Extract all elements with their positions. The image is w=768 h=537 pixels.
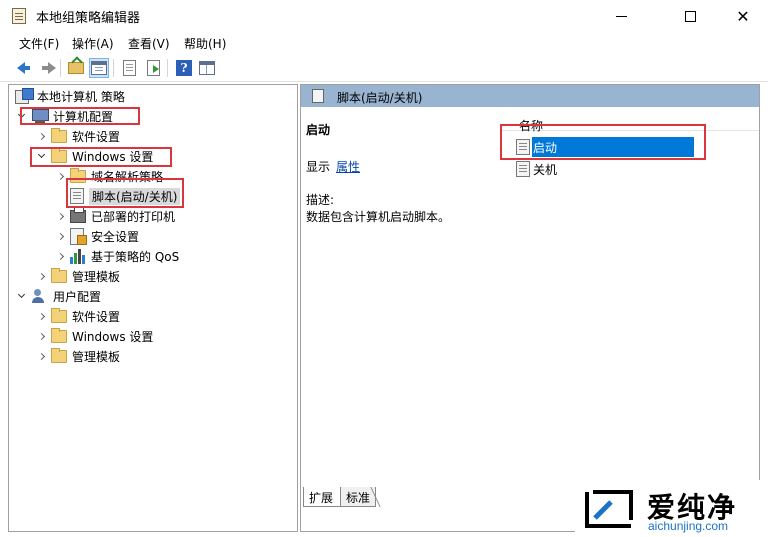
show-hide-tree-button[interactable]: [89, 58, 109, 78]
tree-item-root[interactable]: 本地计算机 策略: [11, 86, 125, 106]
watermark-logo: 爱纯净 aichunjing.com: [575, 480, 765, 535]
folder-icon: [51, 307, 67, 323]
toolbar: ?: [0, 54, 768, 82]
folder-icon: [51, 127, 67, 143]
properties-button[interactable]: [119, 58, 139, 78]
expand-icon[interactable]: [54, 210, 66, 222]
tree-label: Windows 设置: [72, 329, 154, 344]
toolbar-separator: [60, 59, 61, 77]
tab-standard[interactable]: 标准: [340, 487, 376, 507]
script-icon: [516, 161, 530, 177]
expand-icon[interactable]: [35, 330, 47, 342]
minimize-icon: [615, 15, 627, 17]
qos-chart-icon: [70, 248, 86, 264]
app-icon: [12, 8, 26, 24]
tree-item-admin-templates[interactable]: 管理模板: [35, 266, 120, 286]
highlight-computer-config: [20, 107, 140, 125]
tree-label: 本地计算机 策略: [37, 89, 125, 104]
logo-url: aichunjing.com: [648, 519, 729, 533]
details-header: 脚本(启动/关机): [301, 85, 759, 107]
toolbar-separator: [167, 59, 168, 77]
security-icon: [70, 228, 87, 245]
extended-view-button[interactable]: [197, 58, 217, 78]
window-title: 本地组策略编辑器: [36, 11, 141, 26]
show-properties-row: 显示 属性: [306, 158, 360, 175]
folder-icon: [51, 327, 67, 343]
tree-item-user-config[interactable]: 用户配置: [15, 286, 101, 306]
folder-up-icon: [68, 62, 84, 74]
minimize-button[interactable]: [598, 0, 644, 32]
printer-icon: [70, 206, 86, 223]
forward-button[interactable]: [36, 58, 56, 78]
highlight-windows-settings: [30, 147, 172, 167]
export-list-button[interactable]: [143, 58, 163, 78]
tree-label: 用户配置: [53, 289, 102, 304]
menu-view[interactable]: 查看(V): [128, 35, 170, 52]
tree-item-user-software-settings[interactable]: 软件设置: [35, 306, 120, 326]
description-text: 数据包含计算机启动脚本。: [306, 210, 451, 224]
local-policy-icon: [15, 88, 34, 104]
expand-icon[interactable]: [35, 130, 47, 142]
forward-arrow-icon: [42, 62, 56, 74]
back-arrow-icon: [17, 62, 30, 74]
tree-label: 软件设置: [72, 309, 121, 324]
close-icon: ✕: [736, 6, 750, 26]
description-label: 描述:: [306, 193, 335, 207]
show-hide-tree-icon: [91, 61, 107, 75]
properties-icon: [122, 60, 136, 76]
tree-label: 软件设置: [72, 129, 121, 144]
highlight-startup-item: [500, 124, 706, 160]
tree-item-user-windows-settings[interactable]: Windows 设置: [35, 326, 153, 346]
folder-icon: [51, 347, 67, 363]
tree-label: 已部署的打印机: [91, 209, 176, 224]
script-icon: [312, 89, 324, 103]
show-label: 显示: [306, 160, 331, 174]
title-bar: 本地组策略编辑器 ✕: [0, 0, 768, 32]
tree-item-software-settings[interactable]: 软件设置: [35, 126, 120, 146]
menu-bar: 文件(F) 操作(A) 查看(V) 帮助(H): [0, 32, 768, 54]
expand-icon[interactable]: [35, 310, 47, 322]
back-button[interactable]: [11, 58, 31, 78]
menu-help[interactable]: 帮助(H): [184, 35, 226, 52]
highlight-scripts: [66, 178, 184, 208]
expand-icon[interactable]: [54, 250, 66, 262]
expand-icon[interactable]: [35, 350, 47, 362]
tree-item-security-settings[interactable]: 安全设置: [54, 226, 139, 246]
properties-link[interactable]: 属性: [336, 160, 360, 174]
export-list-icon: [146, 60, 160, 76]
up-one-level-button[interactable]: [66, 58, 86, 78]
expand-icon[interactable]: [35, 270, 47, 282]
tree-label: 管理模板: [72, 269, 121, 284]
extended-view-icon: [199, 61, 215, 75]
tree-label: 安全设置: [91, 229, 140, 244]
maximize-button[interactable]: [667, 0, 713, 32]
users-icon: [31, 288, 49, 304]
tree-label: 管理模板: [72, 349, 121, 364]
close-button[interactable]: ✕: [720, 0, 766, 32]
help-icon: ?: [176, 60, 192, 76]
expand-icon[interactable]: [54, 170, 66, 182]
tree-label: 基于策略的 QoS: [91, 249, 180, 264]
help-button[interactable]: ?: [174, 58, 194, 78]
maximize-icon: [684, 10, 696, 22]
folder-icon: [51, 267, 67, 283]
tree-item-deployed-printers[interactable]: 已部署的打印机: [54, 206, 175, 226]
menu-file[interactable]: 文件(F): [19, 35, 59, 52]
expand-icon[interactable]: [54, 230, 66, 242]
tab-extended[interactable]: 扩展: [303, 487, 341, 507]
tree-item-qos[interactable]: 基于策略的 QoS: [54, 246, 179, 266]
tree-item-user-admin-templates[interactable]: 管理模板: [35, 346, 120, 366]
details-header-title: 脚本(启动/关机): [337, 91, 423, 105]
collapse-icon[interactable]: [15, 290, 27, 302]
logo-mark-icon: [585, 490, 633, 528]
selected-item-name: 启动: [306, 123, 331, 137]
toolbar-separator: [113, 59, 114, 77]
list-item-label: 关机: [533, 162, 558, 177]
menu-action[interactable]: 操作(A): [72, 35, 114, 52]
list-item-shutdown[interactable]: 关机: [516, 159, 557, 179]
